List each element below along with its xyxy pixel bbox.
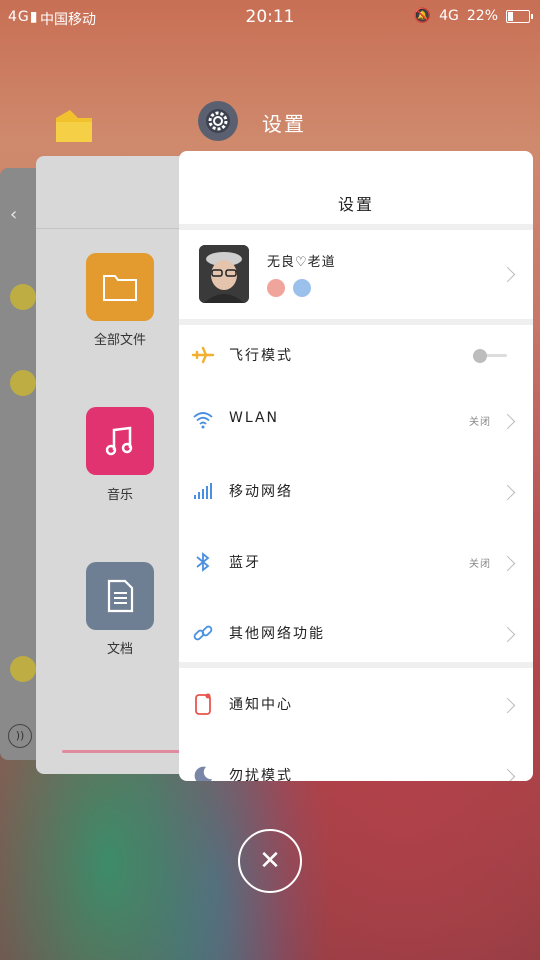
notification-icon [191,692,215,716]
chevron-right-icon [499,697,516,714]
setting-label: 飞行模式 [229,348,293,364]
setting-status: 关闭 [469,417,491,428]
setting-row-other-network[interactable]: 其他网络功能 [179,599,533,669]
status-icons: 🔕 4G 22% [413,8,533,24]
chevron-right-icon [499,626,516,643]
scroll-indicator [62,750,186,753]
tile-label: 音乐 [106,488,133,503]
chevron-right-icon [499,555,516,572]
moon-icon [191,763,215,781]
link-icon [191,621,215,645]
app-dot-icon [10,370,36,396]
setting-label: 勿扰模式 [229,768,293,781]
divider [36,228,186,229]
chevron-right-icon [499,768,516,781]
page-title: 设置 [337,195,374,214]
files-app-icon[interactable] [54,108,94,144]
chevron-right-icon [499,484,516,501]
airplane-icon [191,343,215,367]
setting-label: WLAN [229,410,280,426]
chevron-right-icon [499,413,516,430]
home-badge-icon [267,279,285,297]
settings-app-card[interactable]: 设置 无良♡老道 飞行模式 WLAN 关闭 移动网络 蓝牙 关闭 其他网络功能 … [179,151,533,781]
chevron-right-icon [499,266,516,283]
setting-row-wlan[interactable]: WLAN 关闭 [179,386,533,456]
wifi-icon [191,408,215,432]
setting-label: 移动网络 [229,484,293,500]
close-icon: ✕ [259,846,281,876]
signal-bars-icon [191,479,215,503]
gear-icon[interactable] [198,101,238,141]
battery-icon [506,9,533,23]
setting-row-bluetooth[interactable]: 蓝牙 关闭 [179,528,533,598]
files-app-card[interactable]: 全部文件 音乐 文档 [36,156,186,774]
setting-row-airplane-mode[interactable]: 飞行模式 [179,321,533,391]
setting-label: 蓝牙 [229,555,261,571]
airplane-mode-toggle[interactable] [473,349,507,363]
app-dot-icon [10,284,36,310]
profile-row[interactable]: 无良♡老道 [179,231,533,321]
avatar [199,245,249,303]
setting-label: 通知中心 [229,697,293,713]
back-arrow-icon: ‹ [10,204,18,225]
profile-name: 无良♡老道 [267,255,336,270]
battery-percent: 22% [466,8,498,24]
setting-status: 关闭 [469,559,491,570]
tile-label: 文档 [106,642,133,657]
audio-wave-icon: )) [8,724,32,748]
shield-badge-icon [293,279,311,297]
setting-row-do-not-disturb[interactable]: 勿扰模式 [179,741,533,781]
tile-label: 全部文件 [93,333,146,348]
setting-row-mobile-network[interactable]: 移动网络 [179,457,533,527]
divider [179,662,533,668]
setting-label: 其他网络功能 [229,626,325,642]
divider [179,224,533,230]
folder-icon[interactable] [86,253,154,321]
app-dot-icon [10,656,36,682]
status-bar: 4G▮ 中国移动 20:11 🔕 4G 22% [0,0,540,38]
active-app-title: 设置 [262,112,306,136]
silent-bell-icon: 🔕 [413,8,432,24]
document-icon[interactable] [86,562,154,630]
close-all-button[interactable]: ✕ [238,829,302,893]
setting-row-notification-center[interactable]: 通知中心 [179,670,533,740]
music-note-icon[interactable] [86,407,154,475]
network-type: 4G [439,8,459,24]
bluetooth-icon [191,550,215,574]
